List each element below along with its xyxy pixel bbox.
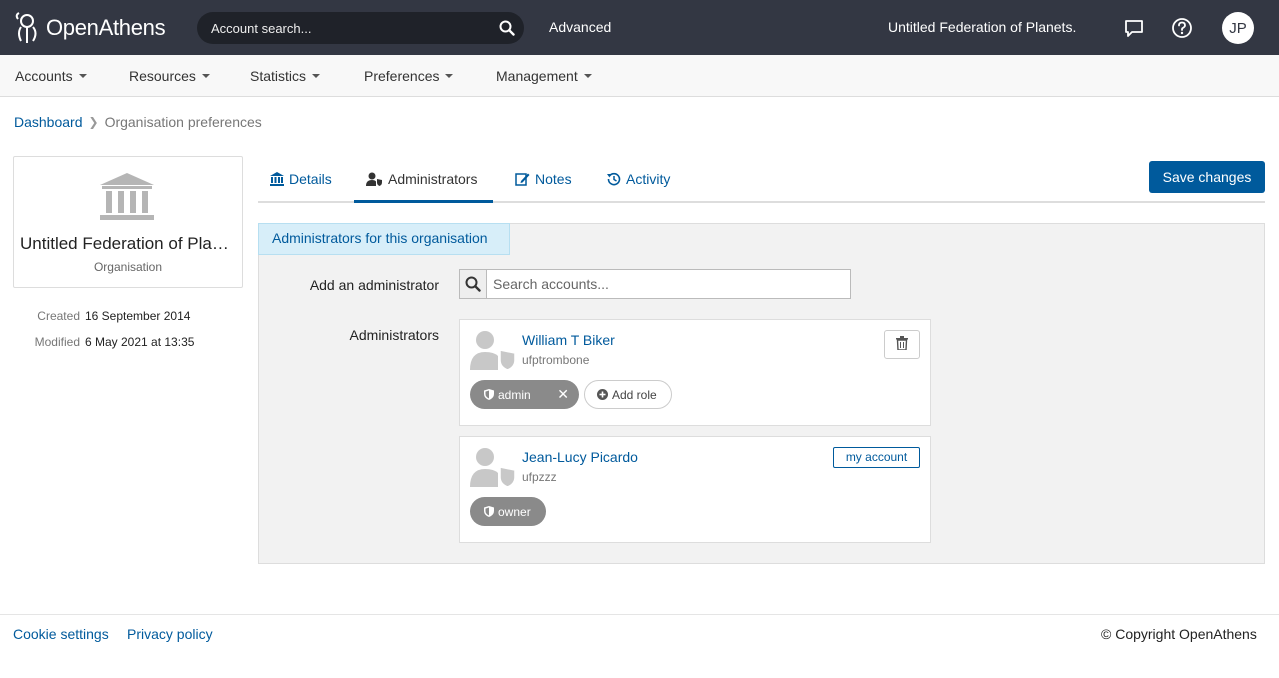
created-label: Created <box>37 309 80 323</box>
remove-administrator-button[interactable] <box>884 330 920 359</box>
administrator-username: ufptrombone <box>522 353 590 367</box>
created-row: Created 16 September 2014 <box>8 309 190 323</box>
openathens-logo-icon <box>15 12 37 43</box>
account-search-box <box>197 12 524 44</box>
user-shield-avatar-icon <box>470 331 516 370</box>
menu-preferences-label: Preferences <box>364 68 440 84</box>
breadcrumb-current: Organisation preferences <box>104 114 262 130</box>
user-shield-avatar-icon <box>470 448 516 487</box>
shield-icon <box>484 506 494 517</box>
tab-details-label: Details <box>289 171 332 187</box>
account-search-input[interactable] <box>211 12 491 44</box>
role-pill-label: owner <box>498 504 531 519</box>
remove-role-icon[interactable]: ✕ <box>557 386 569 403</box>
chat-icon[interactable] <box>1123 17 1145 39</box>
privacy-policy-link[interactable]: Privacy policy <box>127 626 213 642</box>
menu-management-label: Management <box>496 68 578 84</box>
help-icon[interactable] <box>1171 17 1193 39</box>
menu-preferences[interactable]: Preferences <box>364 68 454 84</box>
my-account-badge: my account <box>833 447 920 468</box>
tab-administrators-label: Administrators <box>388 171 478 187</box>
search-icon <box>465 276 481 292</box>
shield-icon <box>484 389 494 400</box>
openathens-logo[interactable]: OpenAthens <box>14 10 166 46</box>
menu-statistics-label: Statistics <box>250 68 307 84</box>
role-pill-label: admin <box>498 387 531 402</box>
plus-circle-icon <box>597 389 608 400</box>
menu-accounts-label: Accounts <box>15 68 73 84</box>
tab-activity-label: Activity <box>626 171 671 187</box>
edit-icon <box>515 173 530 186</box>
save-changes-button[interactable]: Save changes <box>1149 161 1265 193</box>
copyright-text: © Copyright OpenAthens <box>1101 626 1257 642</box>
trash-icon <box>896 336 908 351</box>
tab-details[interactable]: Details <box>270 171 332 187</box>
breadcrumb: Dashboard ❯ Organisation preferences <box>14 114 262 130</box>
user-avatar[interactable]: JP <box>1222 12 1254 44</box>
menu-resources-label: Resources <box>129 68 196 84</box>
administrator-username: ufpzzz <box>522 470 557 484</box>
administrator-search <box>459 269 851 299</box>
administrators-panel: Administrators for this organisation Add… <box>258 223 1265 564</box>
organisation-name: Untitled Federation of Planets. <box>20 234 238 253</box>
caret-down-icon <box>201 74 210 78</box>
menu-accounts[interactable]: Accounts <box>15 68 87 84</box>
organisation-type: Organisation <box>93 260 163 274</box>
active-tab-indicator <box>354 200 493 203</box>
modified-label: Modified <box>34 335 80 349</box>
administrator-card: Jean-Lucy Picardo ufpzzz my account owne… <box>459 436 931 543</box>
created-value: 16 September 2014 <box>85 309 191 323</box>
administrator-name-link[interactable]: William T Biker <box>522 332 615 348</box>
chevron-right-icon: ❯ <box>88 115 99 129</box>
role-pill-admin: admin ✕ <box>470 380 579 409</box>
building-icon <box>100 173 154 220</box>
search-icon[interactable] <box>499 20 515 36</box>
organisation-card: Untitled Federation of Planets. Organisa… <box>13 156 243 288</box>
top-navigation-bar: OpenAthens Advanced Untitled Federation … <box>0 0 1279 55</box>
tab-administrators[interactable]: Administrators <box>366 171 477 187</box>
administrator-name-link[interactable]: Jean-Lucy Picardo <box>522 449 638 465</box>
menu-resources[interactable]: Resources <box>129 68 210 84</box>
role-pill-owner: owner <box>470 497 546 526</box>
caret-down-icon <box>445 74 454 78</box>
tab-activity[interactable]: Activity <box>607 171 670 187</box>
menu-statistics[interactable]: Statistics <box>250 68 321 84</box>
history-icon <box>607 172 621 186</box>
search-addon <box>460 270 487 298</box>
footer-divider <box>0 614 1279 615</box>
menu-management[interactable]: Management <box>496 68 592 84</box>
caret-down-icon <box>78 74 87 78</box>
user-shield-icon <box>366 172 382 186</box>
modified-value: 6 May 2021 at 13:35 <box>85 335 195 349</box>
add-role-label: Add role <box>612 387 657 402</box>
caret-down-icon <box>312 74 321 78</box>
administrator-search-input[interactable] <box>493 270 843 298</box>
logo-text: OpenAthens <box>46 15 166 40</box>
advanced-search-link[interactable]: Advanced <box>549 19 611 35</box>
add-administrator-label: Add an administrator <box>309 277 439 293</box>
tab-notes[interactable]: Notes <box>515 171 572 187</box>
current-organisation-name[interactable]: Untitled Federation of Planets. <box>888 19 1076 35</box>
breadcrumb-dashboard-link[interactable]: Dashboard <box>14 114 83 130</box>
tab-notes-label: Notes <box>535 171 572 187</box>
cookie-settings-link[interactable]: Cookie settings <box>13 626 109 642</box>
add-role-button[interactable]: Add role <box>584 380 672 409</box>
modified-row: Modified 6 May 2021 at 13:35 <box>8 335 195 349</box>
bank-icon <box>270 172 284 186</box>
administrators-label: Administrators <box>349 327 439 343</box>
panel-heading: Administrators for this organisation <box>258 223 510 255</box>
caret-down-icon <box>583 74 592 78</box>
main-menu-bar: Accounts Resources Statistics Preference… <box>0 55 1279 97</box>
administrator-card: William T Biker ufptrombone admin ✕ Add … <box>459 319 931 426</box>
